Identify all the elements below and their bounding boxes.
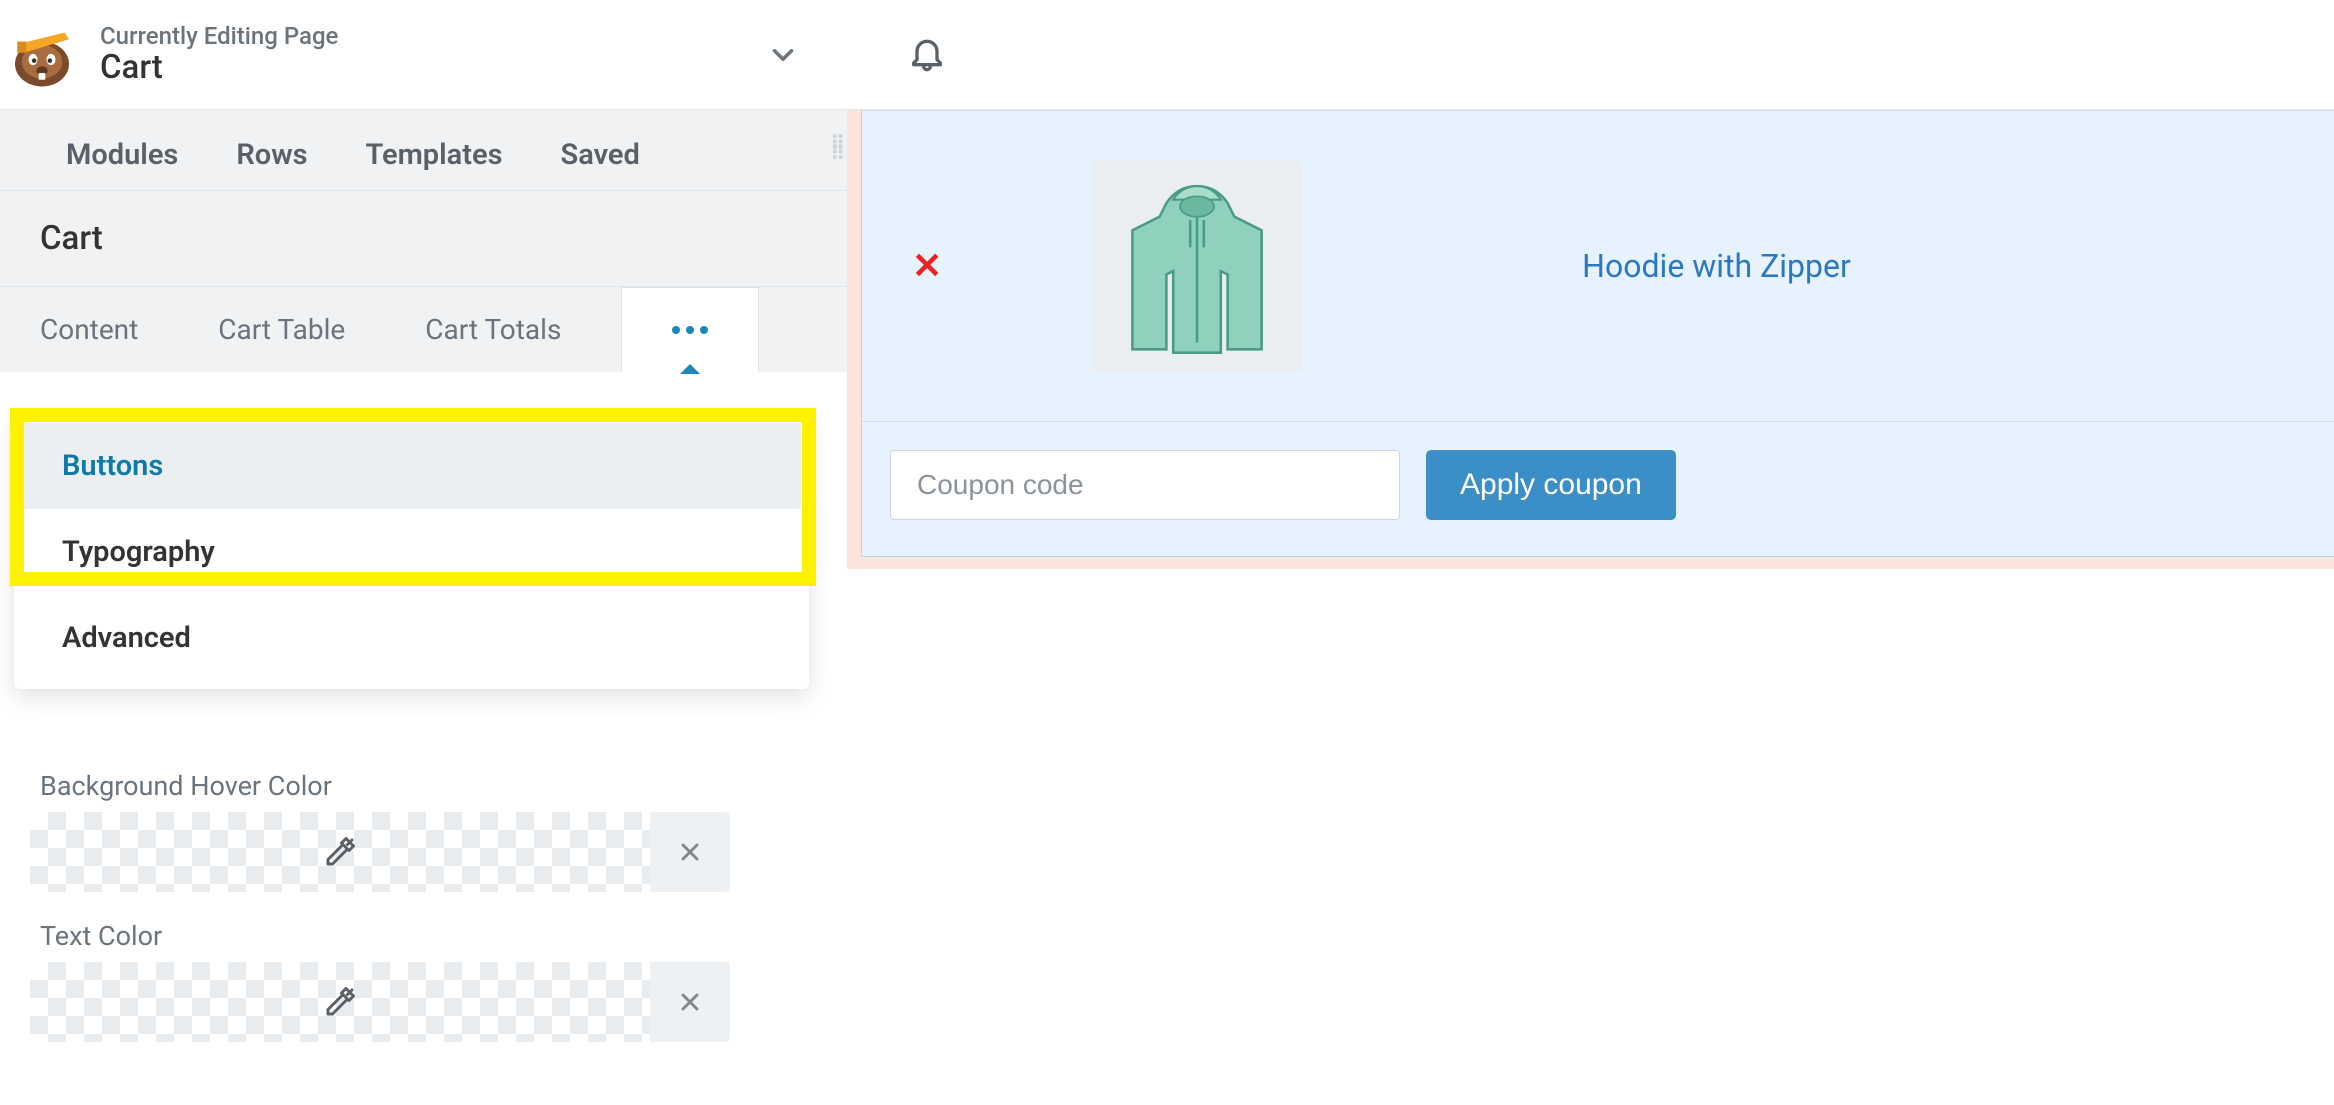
- apply-coupon-button[interactable]: Apply coupon: [1426, 450, 1676, 520]
- eyedropper-icon: [322, 834, 358, 870]
- bg-hover-color-row: [30, 812, 730, 892]
- coupon-row: Apply coupon: [862, 421, 2334, 556]
- preview-selection-outline: ✕ Hoodie with Zipper: [847, 110, 2334, 569]
- tab-saved[interactable]: Saved: [561, 138, 640, 172]
- sub-tabs: Content Cart Table Cart Totals: [0, 287, 867, 372]
- text-color-picker[interactable]: [30, 962, 650, 1042]
- canvas-topbar: [867, 0, 2334, 110]
- bg-hover-color-picker[interactable]: [30, 812, 650, 892]
- preview-canvas: ✕ Hoodie with Zipper: [867, 0, 2334, 1105]
- section-title: Cart: [0, 191, 867, 286]
- close-icon: [676, 838, 704, 866]
- tab-templates[interactable]: Templates: [366, 138, 503, 172]
- label-bg-hover-color: Background Hover Color: [40, 770, 740, 802]
- subtab-more[interactable]: [621, 287, 759, 372]
- label-text-color: Text Color: [40, 920, 740, 952]
- header-dropdown-toggle[interactable]: [753, 25, 813, 85]
- bell-icon: [907, 33, 947, 73]
- beaver-logo: [6, 19, 78, 91]
- close-icon: [676, 988, 704, 1016]
- subtab-cart-table[interactable]: Cart Table: [178, 287, 385, 372]
- cart-row: ✕ Hoodie with Zipper: [862, 110, 2334, 421]
- more-dots-icon: [672, 326, 708, 334]
- drag-handle-icon[interactable]: ⠿⠿: [830, 138, 847, 158]
- tab-modules[interactable]: Modules: [66, 138, 178, 172]
- builder-sidebar: Currently Editing Page Cart Modules Rows…: [0, 0, 867, 1105]
- text-color-row: [30, 962, 730, 1042]
- dropdown-item-typography[interactable]: Typography: [22, 509, 801, 595]
- header-bar: Currently Editing Page Cart: [0, 0, 867, 110]
- header-subtitle: Currently Editing Page: [100, 22, 753, 50]
- dropdown-item-advanced[interactable]: Advanced: [22, 595, 801, 681]
- subtab-cart-totals[interactable]: Cart Totals: [385, 287, 601, 372]
- chevron-down-icon: [766, 38, 800, 72]
- tab-rows[interactable]: Rows: [236, 138, 307, 172]
- eyedropper-icon: [322, 984, 358, 1020]
- main-tabs: Modules Rows Templates Saved ⠿⠿: [0, 110, 867, 191]
- text-color-clear-button[interactable]: [650, 962, 730, 1042]
- product-thumbnail[interactable]: [1092, 161, 1302, 371]
- bg-hover-clear-button[interactable]: [650, 812, 730, 892]
- coupon-code-input[interactable]: [890, 450, 1400, 520]
- cart-table: ✕ Hoodie with Zipper: [861, 110, 2334, 557]
- product-name-link[interactable]: Hoodie with Zipper: [1582, 247, 1851, 285]
- dropdown-item-buttons[interactable]: Buttons: [22, 423, 801, 509]
- more-dropdown: Buttons Typography Advanced: [14, 415, 809, 689]
- hoodie-icon: [1112, 171, 1282, 361]
- subtab-content[interactable]: Content: [0, 287, 178, 372]
- header-title: Cart: [100, 50, 753, 86]
- settings-area: Background Hover Color Text Color: [0, 770, 760, 1070]
- notifications-button[interactable]: [907, 33, 947, 77]
- remove-item-button[interactable]: ✕: [912, 245, 942, 287]
